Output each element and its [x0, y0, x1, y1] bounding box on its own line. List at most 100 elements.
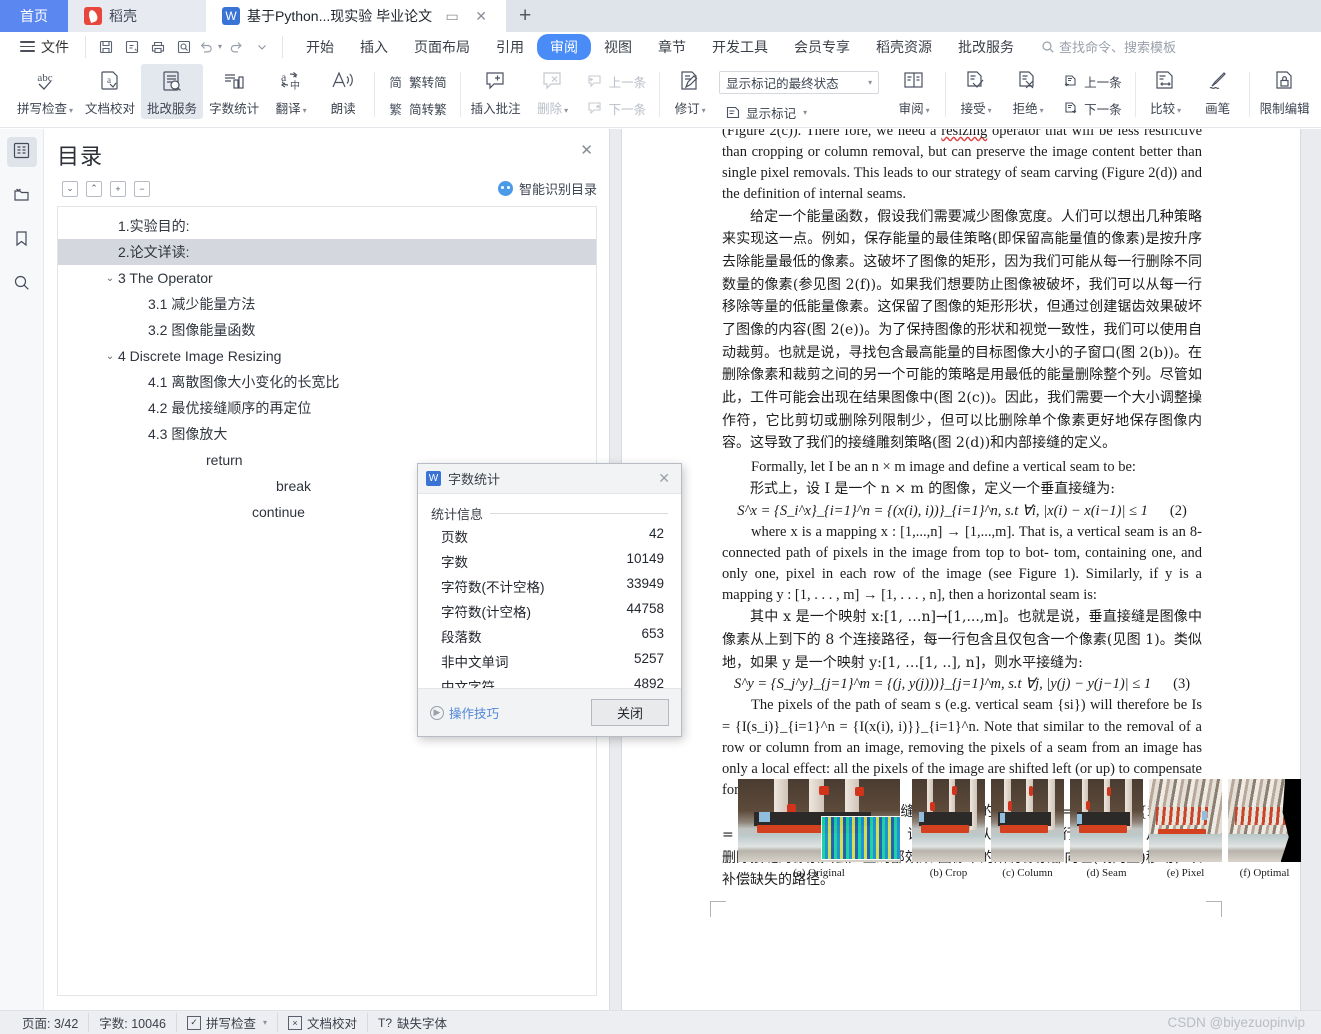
next-comment-button[interactable]: 下一条 [582, 96, 652, 121]
list-item[interactable]: 2.论文详读: [58, 239, 596, 265]
read-aloud-button[interactable]: 朗读 [317, 64, 369, 119]
list-item[interactable]: 3.1 减少能量方法 [58, 291, 596, 317]
tips-link[interactable]: ▶ 操作技巧 [430, 703, 499, 722]
document-canvas[interactable]: (Figure 2(c)). There fore, we need a res… [610, 129, 1321, 1010]
tab-member[interactable]: 会员专享 [781, 34, 863, 60]
command-search[interactable]: 查找命令、搜索模板 [1041, 37, 1176, 56]
tab-developer[interactable]: 开发工具 [699, 34, 781, 60]
collapse-all-button[interactable]: − [134, 180, 150, 197]
list-item[interactable]: 4.3 图像放大 [58, 421, 596, 447]
next-change-button[interactable]: 下一条 [1057, 96, 1127, 121]
tab-document[interactable]: W 基于Python...现实验 毕业论文 ▭ ✕ [206, 0, 507, 32]
simp-to-trad-button[interactable]: 繁 简转繁 [382, 96, 452, 121]
track-changes-button[interactable]: 修订 ▾ [664, 64, 716, 119]
tab-references[interactable]: 引用 [483, 34, 537, 60]
insert-comment-button[interactable]: 插入批注 [465, 64, 527, 119]
tab-home[interactable]: 首页 [0, 0, 68, 32]
tab-docer-resources[interactable]: 稻壳资源 [863, 34, 945, 60]
delete-comment-button[interactable]: 删除 ▾ [527, 64, 579, 119]
outline-item-label: return [206, 452, 243, 468]
print-preview-icon[interactable] [172, 36, 196, 58]
markup-state-dropdown[interactable]: 显示标记的最终状态 ▾ [719, 71, 880, 94]
save-icon[interactable] [94, 36, 118, 58]
word-count-dialog-footer: ▶ 操作技巧 关闭 [418, 688, 681, 736]
tab-chapter[interactable]: 章节 [645, 34, 699, 60]
tab-start[interactable]: 开始 [293, 34, 347, 60]
close-button[interactable]: 关闭 [591, 699, 669, 726]
delete-comment-label: 删除 ▾ [537, 102, 569, 116]
paragraph-en-1-a: (Figure 2(c)). There fore, we need a [722, 129, 942, 139]
show-markup-button[interactable]: 显示标记 ▾ [719, 100, 879, 125]
list-item[interactable]: 4.2 最优接缝顺序的再定位 [58, 395, 596, 421]
outline-title: 目录 [57, 144, 104, 169]
tab-correction-service[interactable]: 批改服务 [945, 34, 1027, 60]
redo-icon[interactable] [224, 36, 248, 58]
undo-icon[interactable]: ▾ [198, 36, 222, 58]
doc-permission-button[interactable]: 文档权限 [1316, 64, 1321, 119]
review-pane-button[interactable]: 审阅 ▾ [888, 64, 940, 119]
ribbon-group-track: 修订 ▾ 显示标记的最终状态 ▾ 显示标记 ▾ 审阅 ▾ [659, 64, 945, 127]
undo-caret-icon[interactable]: ▾ [218, 42, 222, 51]
bookmark-panel-button[interactable] [7, 225, 37, 255]
close-icon[interactable]: ✕ [576, 139, 597, 162]
tab-docer[interactable]: 稻壳 [68, 0, 206, 32]
outline-panel-button[interactable] [6, 137, 37, 167]
print-icon[interactable] [146, 36, 170, 58]
tab-review[interactable]: 审阅 [537, 33, 591, 60]
list-item[interactable]: ⌄ 3 The Operator [58, 265, 596, 291]
markup-state-value: 显示标记的最终状态 [726, 77, 839, 91]
correction-service-button[interactable]: 批改服务 [141, 64, 204, 119]
prev-change-button[interactable]: 上一条 [1057, 69, 1127, 94]
status-doc-proof[interactable]: × 文档校对 [277, 1013, 367, 1032]
translate-icon: a 中 [277, 67, 305, 97]
search-panel-button[interactable] [7, 269, 37, 299]
list-item[interactable]: ⌄ 4 Discrete Image Resizing [58, 343, 596, 369]
ribbon-group-comments: 插入批注 删除 ▾ 上一条 下一条 [459, 64, 660, 127]
word-count-dialog[interactable]: W 字数统计 ✕ 统计信息 页数 42 字数 10149 字符数(不计空格) 3… [417, 463, 682, 737]
hamburger-icon [20, 41, 35, 52]
customize-qat-icon[interactable] [250, 36, 274, 58]
tab-page-layout[interactable]: 页面布局 [401, 34, 483, 60]
restrict-edit-button[interactable]: 限制编辑 [1254, 64, 1316, 119]
collapse-up-button[interactable]: ⌃ [86, 180, 102, 197]
reject-button[interactable]: 拒绝 ▾ [1002, 64, 1054, 119]
save-as-icon[interactable] [120, 36, 144, 58]
expand-all-button[interactable]: + [110, 180, 126, 197]
status-spell-check[interactable]: ✓ 拼写检查 ▾ [176, 1013, 277, 1032]
spell-check-button[interactable]: abc 拼写检查 ▾ [11, 64, 79, 119]
chevron-down-icon[interactable]: ▾ [263, 1018, 267, 1027]
smart-outline-button[interactable]: 智能识别目录 [497, 179, 597, 198]
file-menu-button[interactable]: 文件 [10, 37, 79, 57]
accept-button[interactable]: 接受 ▾ [950, 64, 1002, 119]
ribbon-group-proofing: abc 拼写检查 ▾ a 文档校对 批改服务 字数统计 a 中 翻译 ▾ 朗读 [6, 64, 374, 127]
status-missing-font[interactable]: T? 缺失字体 [367, 1013, 457, 1032]
list-item[interactable]: 1.实验目的: [58, 213, 596, 239]
insert-comment-icon [482, 67, 510, 97]
trad-to-simp-button[interactable]: 简 繁转简 [382, 69, 452, 94]
close-icon[interactable]: ✕ [655, 470, 673, 487]
paragraph-en-3: where x is a mapping x : [1,...,n] → [1,… [722, 523, 1202, 604]
chevron-down-icon[interactable]: ⌄ [102, 351, 118, 362]
word-count-button[interactable]: 字数统计 [203, 64, 265, 119]
translate-button[interactable]: a 中 翻译 ▾ [265, 64, 317, 119]
collapse-down-button[interactable]: ⌄ [62, 180, 78, 197]
tab-insert[interactable]: 插入 [347, 34, 401, 60]
status-bar: 页面: 3/42 字数: 10046 ✓ 拼写检查 ▾ × 文档校对 T? 缺失… [0, 1010, 1321, 1034]
list-item[interactable]: 4.1 离散图像大小变化的长宽比 [58, 369, 596, 395]
list-item[interactable]: 3.2 图像能量函数 [58, 317, 596, 343]
prev-comment-button[interactable]: 上一条 [582, 69, 652, 94]
browser-tab-bar: 首页 稻壳 W 基于Python...现实验 毕业论文 ▭ ✕ + [0, 0, 1321, 32]
thumbnail-icon [12, 185, 31, 207]
thumbnail-panel-button[interactable] [7, 181, 37, 211]
brush-button[interactable]: 画笔 [1192, 64, 1244, 119]
new-tab-button[interactable]: + [506, 0, 544, 32]
tab-view[interactable]: 视图 [591, 34, 645, 60]
chevron-down-icon[interactable]: ⌄ [102, 273, 118, 284]
close-icon[interactable]: ✕ [472, 8, 490, 25]
compare-button[interactable]: 比较 ▾ [1140, 64, 1192, 119]
reject-icon [1014, 67, 1042, 97]
delete-comment-icon [539, 67, 567, 97]
doc-proofread-button[interactable]: a 文档校对 [79, 64, 141, 119]
cast-icon[interactable]: ▭ [443, 8, 461, 25]
document-page[interactable]: (Figure 2(c)). There fore, we need a res… [622, 129, 1301, 1010]
